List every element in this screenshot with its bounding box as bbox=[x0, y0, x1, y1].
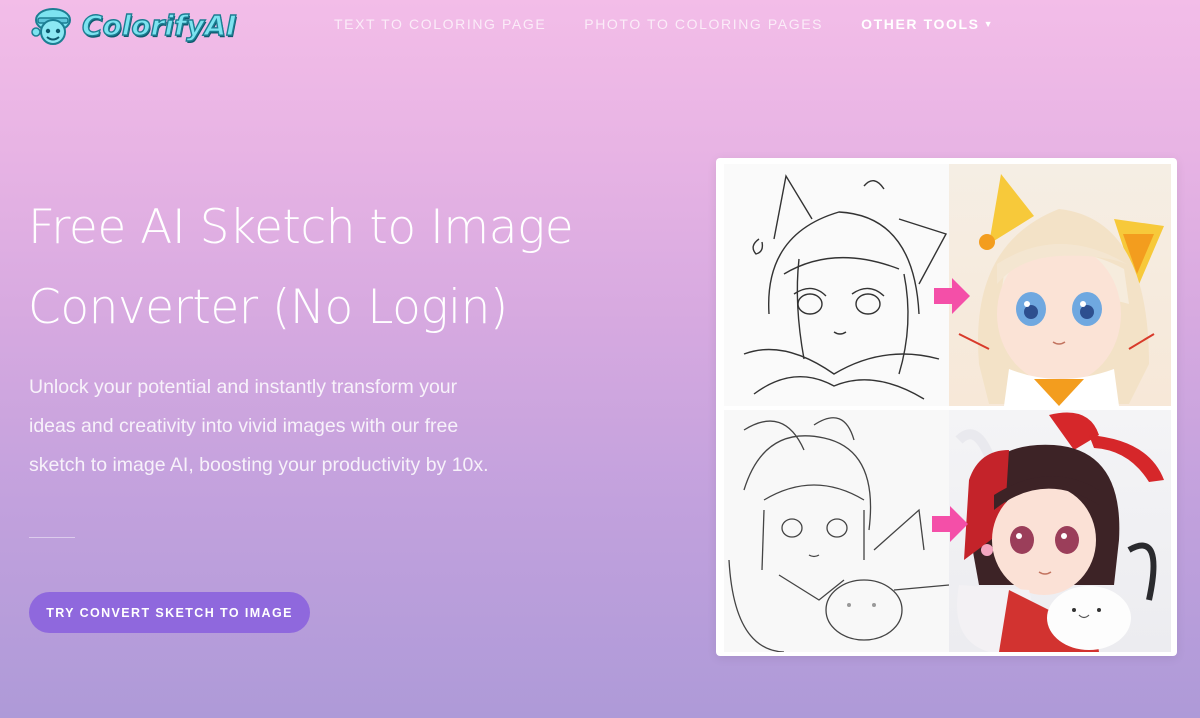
colored-illustration-2 bbox=[955, 412, 1164, 652]
sketch-illustration-2 bbox=[728, 417, 950, 652]
chevron-down-icon: ▼ bbox=[983, 19, 995, 29]
page-title-line-1: Free AI Sketch to Image bbox=[28, 200, 574, 255]
site-logo[interactable]: ColorifyAI bbox=[30, 0, 237, 52]
hero-description-line-2: ideas and creativity into vivid images w… bbox=[29, 415, 459, 437]
hero-description-line-3: sketch to image AI, boosting your produc… bbox=[29, 454, 489, 476]
colored-illustration-1 bbox=[958, 174, 1164, 406]
logo-mascot-icon bbox=[31, 8, 71, 45]
hero-description-line-1: Unlock your potential and instantly tran… bbox=[29, 376, 458, 398]
arrow-right-icon bbox=[934, 278, 970, 314]
nav-other-tools-label: OTHER TOOLS bbox=[861, 16, 980, 32]
main-nav: TEXT TO COLORING PAGE PHOTO TO COLORING … bbox=[334, 16, 994, 32]
page-title-line-2: Converter (No Login) bbox=[28, 280, 508, 335]
nav-text-to-coloring-page[interactable]: TEXT TO COLORING PAGE bbox=[334, 16, 546, 32]
logo-text: ColorifyAI bbox=[81, 9, 237, 42]
nav-other-tools[interactable]: OTHER TOOLS ▼ bbox=[861, 16, 994, 32]
colored-example-1 bbox=[949, 164, 1171, 406]
sketch-example-2 bbox=[724, 410, 950, 652]
sketch-illustration-1 bbox=[743, 174, 948, 400]
divider bbox=[29, 537, 75, 538]
try-convert-button[interactable]: TRY CONVERT SKETCH TO IMAGE bbox=[29, 592, 310, 633]
nav-photo-to-coloring-pages[interactable]: PHOTO TO COLORING PAGES bbox=[584, 16, 823, 32]
sketch-to-image-showcase bbox=[716, 158, 1177, 656]
arrow-right-icon bbox=[932, 506, 968, 542]
page-title: Free AI Sketch to Image Converter (No Lo… bbox=[28, 188, 588, 348]
colored-example-2 bbox=[949, 410, 1171, 652]
hero-description: Unlock your potential and instantly tran… bbox=[29, 368, 499, 485]
sketch-example-1 bbox=[724, 164, 950, 406]
